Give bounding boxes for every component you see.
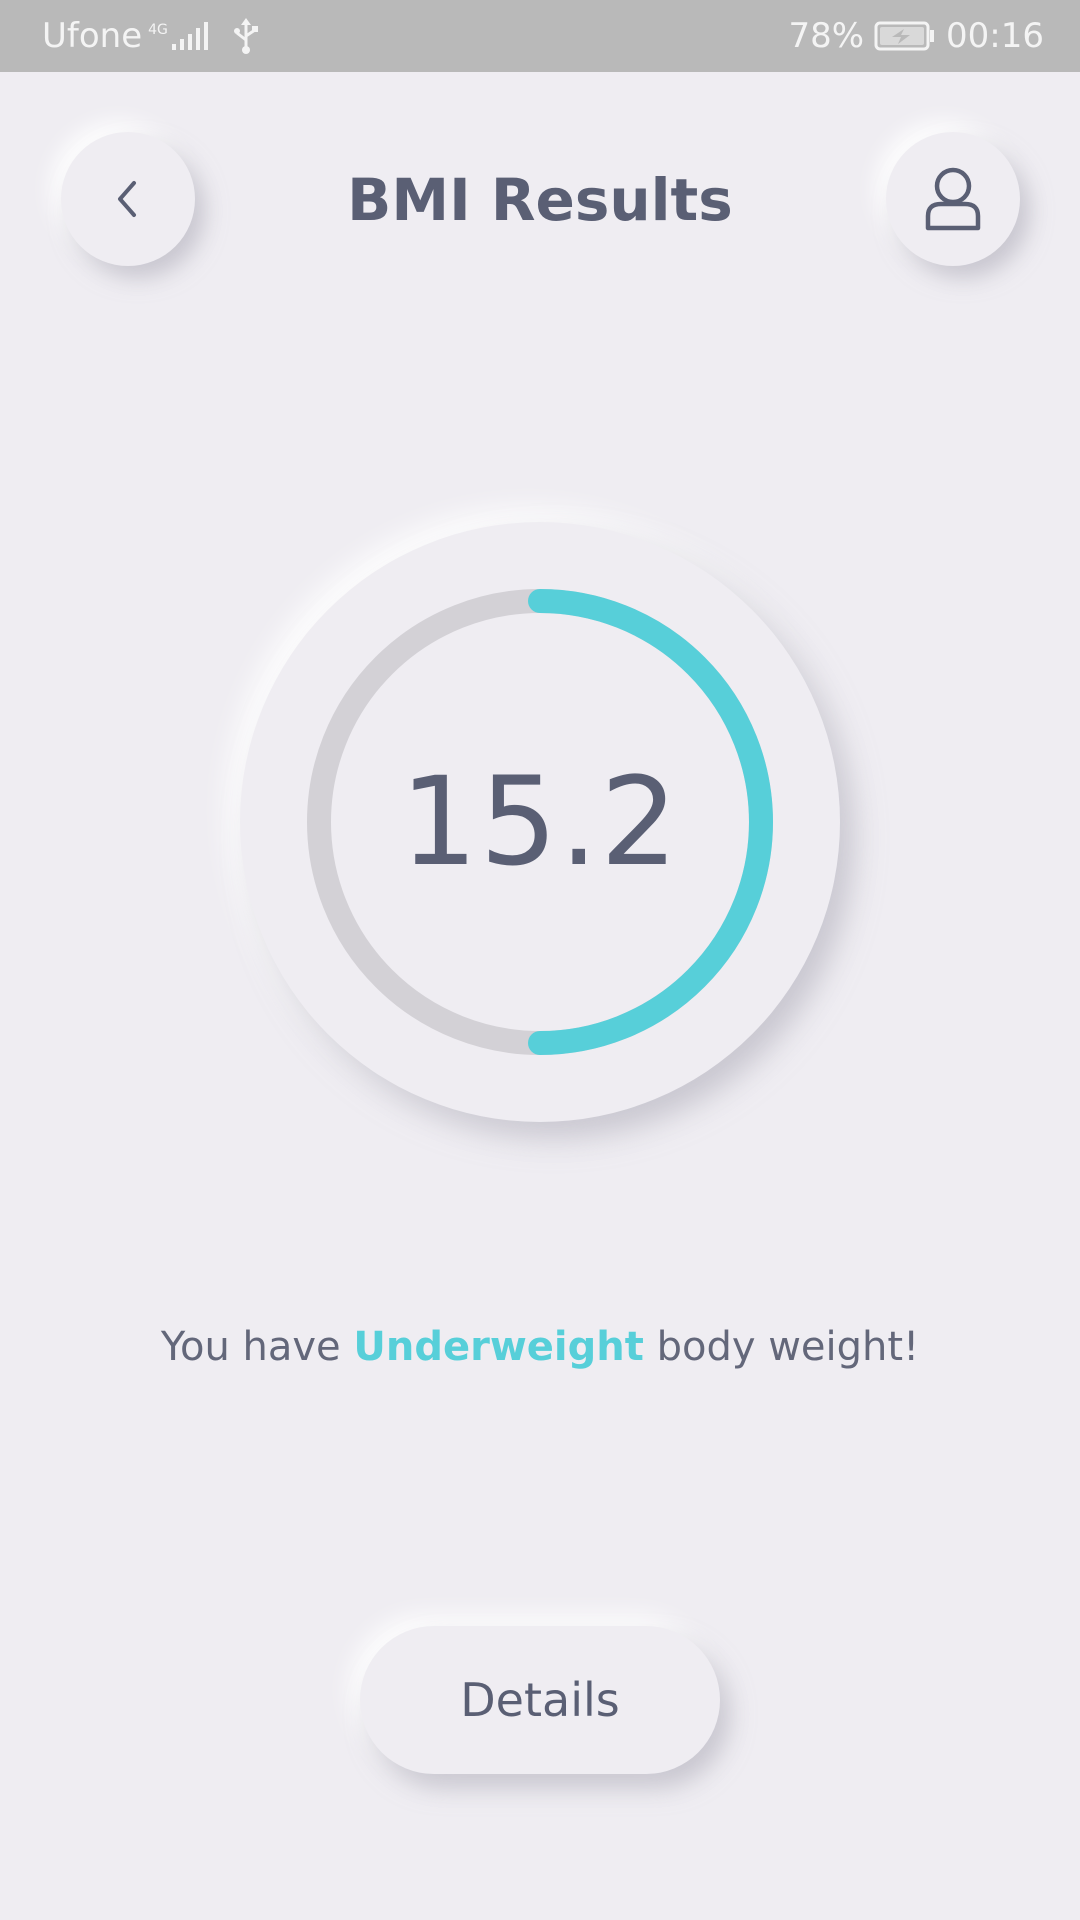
status-bar-right: 78% 00:16 <box>788 0 1044 72</box>
clock: 00:16 <box>946 16 1044 56</box>
result-category: Underweight <box>353 1324 644 1370</box>
page-title: BMI Results <box>347 166 733 234</box>
battery-percent: 78% <box>788 16 865 56</box>
user-icon <box>925 167 981 231</box>
network-type: 4G <box>148 22 168 38</box>
status-bar: Ufone 4G 78% 00:16 <box>0 0 1080 72</box>
carrier-name: Ufone <box>42 16 143 56</box>
back-button[interactable] <box>61 132 195 266</box>
battery-charging-icon <box>874 20 936 52</box>
result-message: You have Underweight body weight! <box>0 1318 1080 1376</box>
bmi-value: 15.2 <box>400 751 680 893</box>
details-button[interactable]: Details <box>360 1626 720 1774</box>
signal-indicator: 4G <box>148 20 214 52</box>
result-prefix: You have <box>160 1324 341 1370</box>
chevron-left-icon <box>118 181 136 217</box>
result-suffix: body weight! <box>656 1324 920 1370</box>
signal-icon <box>171 22 208 50</box>
status-bar-left: Ufone 4G <box>42 0 260 72</box>
usb-icon <box>232 18 260 54</box>
profile-button[interactable] <box>886 132 1020 266</box>
